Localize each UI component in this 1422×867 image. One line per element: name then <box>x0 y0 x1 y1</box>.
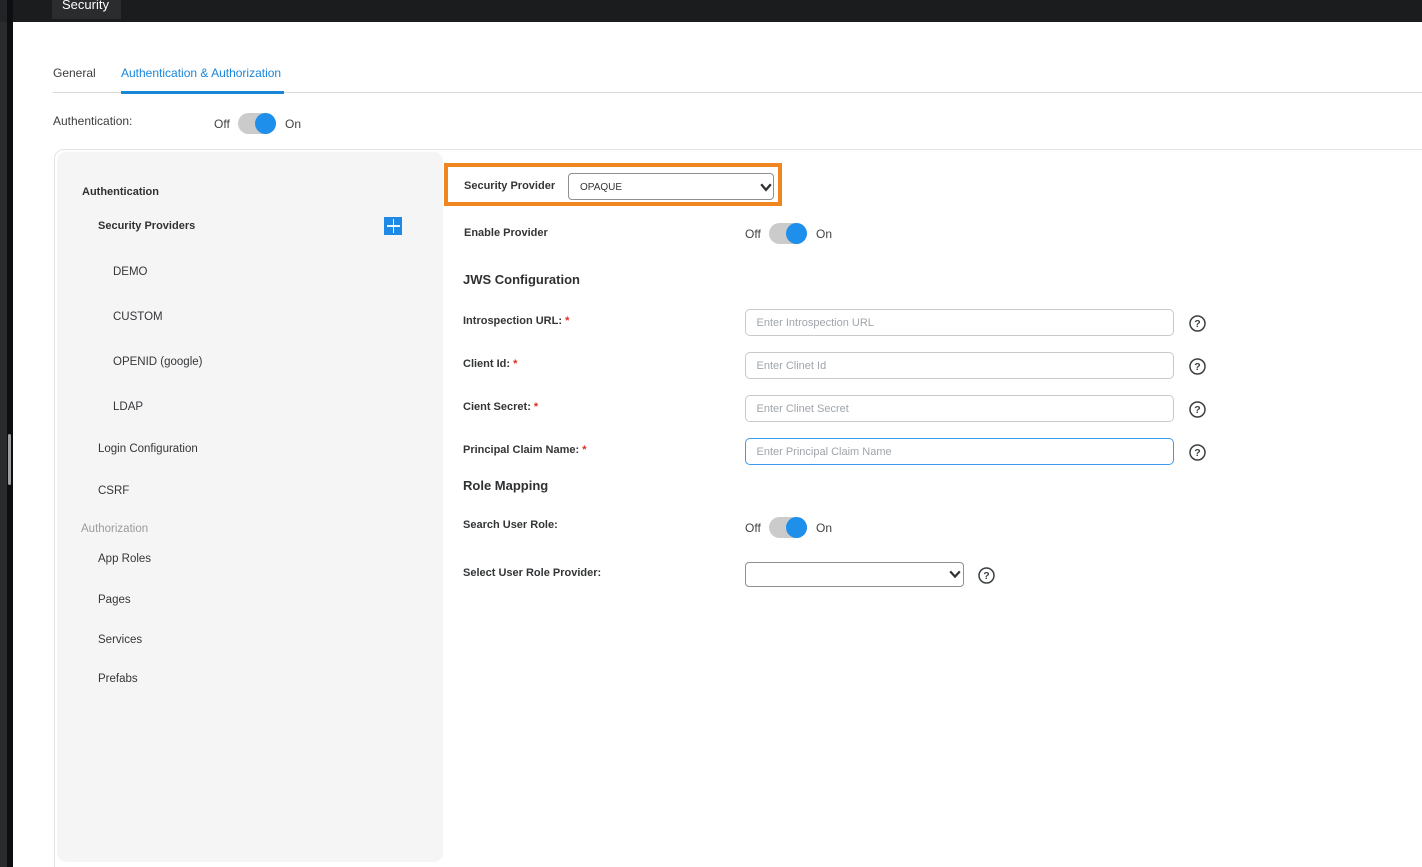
svg-text:?: ? <box>1194 318 1200 330</box>
svg-text:?: ? <box>983 570 989 582</box>
svg-text:?: ? <box>1194 361 1200 373</box>
svg-text:?: ? <box>1194 447 1200 459</box>
svg-text:?: ? <box>1194 404 1200 416</box>
